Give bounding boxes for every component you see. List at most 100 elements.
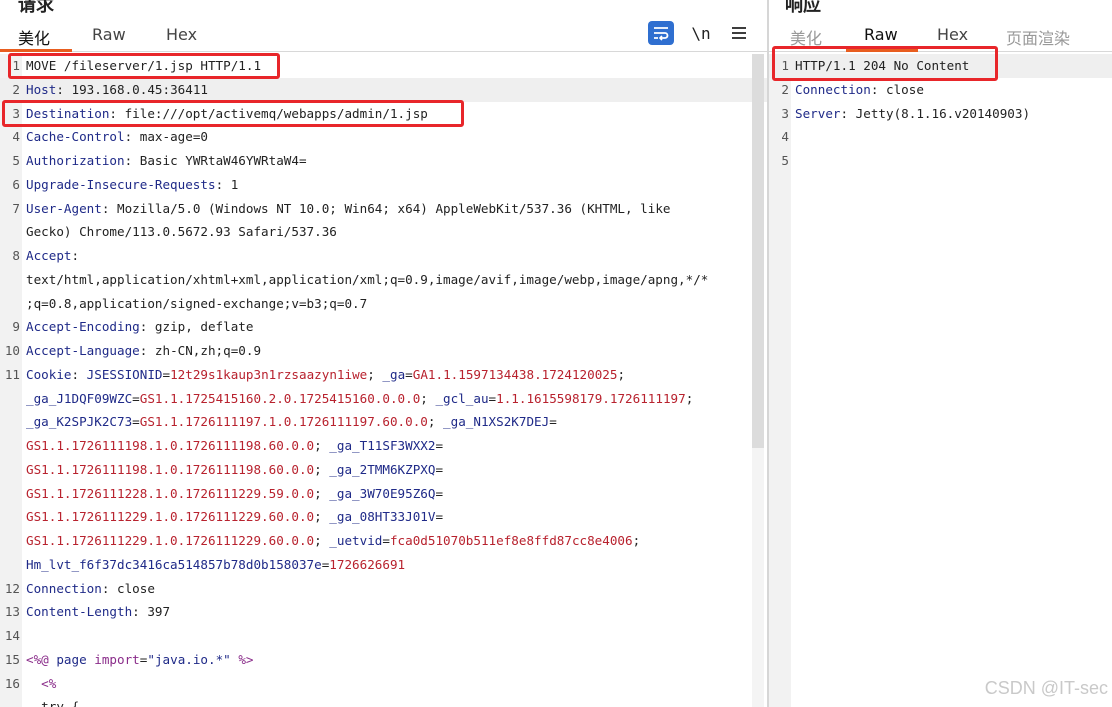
options-menu-button[interactable] — [726, 20, 752, 46]
token: _ga_3W70E95Z6Q — [329, 485, 436, 501]
tab-hex[interactable]: Hex — [160, 25, 203, 44]
line-number: 9 — [12, 319, 20, 335]
code-line[interactable]: 16 <% — [0, 672, 768, 696]
token: fca0d51070b511ef8e8ffd87cc8e4006 — [389, 533, 633, 548]
tab-hex[interactable]: Hex — [931, 25, 974, 44]
code-line[interactable]: 8 Accept: — [0, 244, 768, 268]
code-line[interactable]: 2 Host: 193.168.0.45:36411 — [0, 77, 768, 102]
line-number: 5 — [12, 153, 20, 168]
code-line[interactable]: _ga_K2SPJK2C73=GS1.1.1726111197.1.0.1726… — [0, 410, 768, 434]
request-editor[interactable]: 1 MOVE /fileserver/1.jsp HTTP/1.1 2 Host: 1… — [0, 54, 768, 707]
line-content: Connection: close — [795, 78, 924, 102]
token: ; — [314, 509, 330, 525]
token: page — [56, 651, 95, 667]
code-line[interactable]: 5 — [769, 149, 1112, 173]
tab-pretty[interactable]: 美化 — [12, 25, 56, 49]
tab-raw[interactable]: Raw — [86, 25, 132, 44]
code-line[interactable]: text/html,application/xhtml+xml,applicat… — [0, 268, 768, 292]
token: : close — [101, 580, 155, 596]
token: ; — [367, 366, 383, 382]
line-number: 4 — [12, 129, 20, 145]
code-line[interactable]: 4 Cache-Control: max-age=0 — [0, 125, 768, 149]
code-line[interactable]: GS1.1.1726111198.1.0.1726111198.60.0.0; … — [0, 434, 768, 458]
token: text/html,application/xhtml+xml,applicat… — [26, 271, 709, 287]
token: Accept-Encoding — [26, 319, 140, 335]
token: _ga — [382, 366, 406, 382]
token: "java.io.*" — [147, 651, 231, 667]
line-content: <%@ page import="java.io.*" %> — [26, 648, 254, 672]
line-number: 12 — [4, 580, 20, 596]
line-content: Cookie: JSESSIONID=12t29s1kaup3n1rzsaazy… — [26, 363, 625, 387]
token: <% — [26, 675, 57, 691]
wrap-toggle-button[interactable] — [648, 21, 674, 45]
token: ; — [314, 485, 330, 501]
code-line[interactable]: 12 Connection: close — [0, 577, 768, 601]
code-line[interactable]: _ga_J1DQF09WZC=GS1.1.1725415160.2.0.1725… — [0, 387, 768, 411]
line-number: 15 — [4, 651, 20, 667]
code-line[interactable]: 2 Connection: close — [769, 78, 1112, 102]
line-content: Accept-Encoding: gzip, deflate — [26, 315, 253, 339]
token: ; — [314, 461, 330, 477]
token: Gecko) Chrome/113.0.5672.93 Safari/537.3… — [26, 224, 337, 240]
line-content: Gecko) Chrome/113.0.5672.93 Safari/537.3… — [26, 220, 337, 244]
code-line[interactable]: try { — [0, 695, 768, 707]
active-tab-indicator — [0, 49, 72, 52]
token: = — [405, 366, 413, 382]
code-line[interactable]: 15 <%@ page import="java.io.*" %> — [0, 648, 768, 672]
token: 1.1.1615598179.1726111197 — [496, 390, 686, 406]
token: : 1 — [215, 176, 239, 192]
code-line[interactable]: Gecko) Chrome/113.0.5672.93 Safari/537.3… — [0, 220, 768, 244]
token: JSESSIONID — [86, 366, 163, 382]
token: : close — [870, 81, 924, 97]
response-editor[interactable]: 1 HTTP/1.1 204 No Content 2 Connection: clo… — [769, 54, 1112, 707]
vertical-scrollbar[interactable] — [752, 54, 764, 448]
code-line[interactable]: GS1.1.1726111229.1.0.1726111229.60.0.0; … — [0, 505, 768, 529]
token: ; — [314, 438, 330, 453]
code-line[interactable]: 7 User-Agent: Mozilla/5.0 (Windows NT 10.… — [0, 197, 768, 221]
code-line[interactable]: 5 Authorization: Basic YWRtaW46YWRtaW4= — [0, 149, 768, 173]
code-line[interactable]: GS1.1.1726111198.1.0.1726111198.60.0.0; … — [0, 458, 768, 482]
token: = — [435, 461, 444, 477]
line-number: 6 — [12, 176, 20, 192]
line-content: User-Agent: Mozilla/5.0 (Windows NT 10.0… — [26, 197, 670, 221]
line-number: 3 — [781, 105, 789, 121]
token: _ga_T11SF3WXX2 — [329, 438, 436, 453]
code-line[interactable]: 9 Accept-Encoding: gzip, deflate — [0, 315, 768, 339]
token: _uetvid — [329, 533, 383, 548]
code-line[interactable]: ;q=0.8,application/signed-exchange;v=b3;… — [0, 292, 768, 316]
line-number: 2 — [781, 81, 789, 97]
highlight-box-status-line — [772, 46, 998, 81]
token: : — [71, 248, 80, 263]
line-content: Cache-Control: max-age=0 — [26, 125, 208, 149]
code-line[interactable]: Hm_lvt_f6f37dc3416ca514857b78d0b158037e=… — [0, 553, 768, 577]
code-line[interactable]: 6 Upgrade-Insecure-Requests: 1 — [0, 173, 768, 197]
code-line[interactable]: 3 Server: Jetty(8.1.16.v20140903) — [769, 102, 1112, 126]
token: Connection — [795, 81, 871, 97]
request-panel: 请求 美化 Raw Hex \n 1 MOVE /fileserver/1.jsp… — [0, 0, 768, 707]
code-line[interactable]: 11 Cookie: JSESSIONID=12t29s1kaup3n1rzsaa… — [0, 363, 768, 387]
code-line[interactable]: GS1.1.1726111229.1.0.1726111229.60.0.0; … — [0, 529, 768, 553]
token: 1726626691 — [329, 556, 406, 572]
show-newlines-button[interactable]: \n — [688, 20, 714, 46]
line-content: GS1.1.1726111198.1.0.1726111198.60.0.0; … — [26, 458, 443, 482]
token: = — [162, 366, 171, 382]
line-content: Hm_lvt_f6f37dc3416ca514857b78d0b158037e=… — [26, 553, 405, 577]
line-content: GS1.1.1726111198.1.0.1726111198.60.0.0; … — [26, 434, 443, 458]
token: ; — [427, 414, 444, 430]
tab-render[interactable]: 页面渲染 — [1000, 25, 1076, 49]
token: Hm_lvt_f6f37dc3416ca514857b78d0b158037e — [26, 556, 322, 572]
code-line[interactable]: 4 — [769, 125, 1112, 149]
line-content: _ga_J1DQF09WZC=GS1.1.1725415160.2.0.1725… — [26, 387, 693, 411]
code-line[interactable]: 10 Accept-Language: zh-CN,zh;q=0.9 — [0, 339, 768, 363]
code-line[interactable]: 14 — [0, 624, 768, 648]
token: import — [94, 651, 140, 667]
token: Server — [795, 105, 841, 121]
code-line[interactable]: GS1.1.1726111228.1.0.1726111229.59.0.0; … — [0, 482, 768, 506]
code-line[interactable]: 13 Content-Length: 397 — [0, 600, 768, 624]
response-panel: 响应 美化 Raw Hex 页面渲染 1 HTTP/1.1 204 No Cont… — [769, 0, 1112, 707]
token: try { — [26, 699, 80, 707]
token: : 193.168.0.45:36411 — [56, 81, 208, 97]
token: = — [435, 509, 444, 525]
line-content: Content-Length: 397 — [26, 600, 170, 624]
tab-raw[interactable]: Raw — [858, 25, 904, 44]
